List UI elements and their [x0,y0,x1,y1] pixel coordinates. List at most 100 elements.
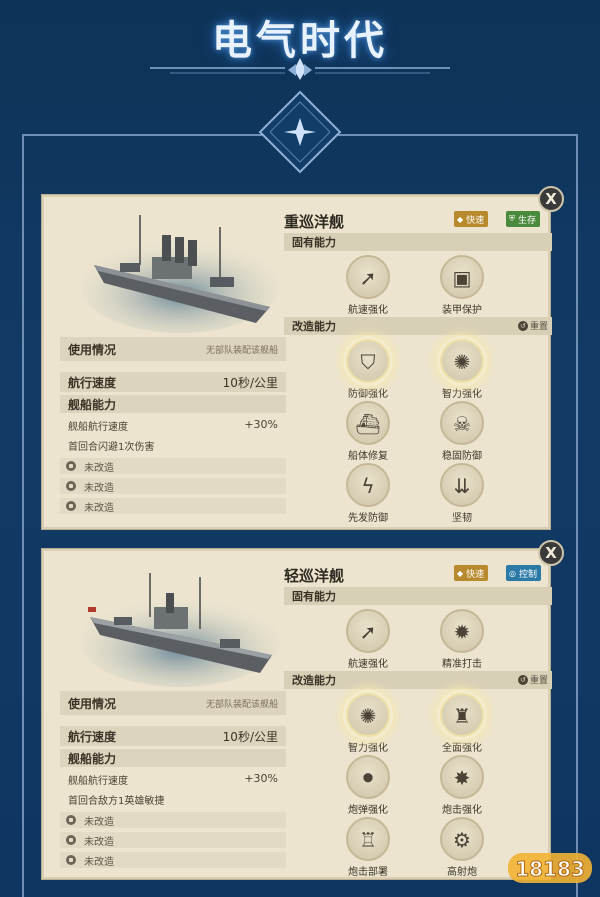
skill-inherent[interactable]: ➚ 航速强化 [330,255,406,316]
lock-icon [66,815,76,825]
inherent-section: 固有能力 [284,233,552,251]
skill-inherent[interactable]: ▣ 装甲保护 [424,255,500,316]
ability-title-row: 舰船能力 [60,395,286,413]
locked-slot[interactable]: 未改造 [60,832,286,848]
close-button[interactable]: X [538,540,564,566]
ship-name: 轻巡洋舰 [284,567,345,585]
compass-emblem-icon [258,90,342,174]
skill-upgrade[interactable]: ✺ 智力强化 [330,693,406,754]
reset-icon: ↺ [517,674,528,685]
skull-shield-icon: ☠ [453,412,471,436]
tag-label: 控制 [518,569,537,580]
skill-upgrade[interactable]: ⇊ 坚韧 [424,463,500,524]
skill-name: 航速强化 [348,659,388,670]
close-button[interactable]: X [538,186,564,212]
speed-value: 10秒/公里 [222,729,278,744]
locked-label: 未改造 [84,482,114,494]
cannon-icon: ➚ [359,266,377,290]
skill-name: 炮弹强化 [348,805,388,816]
upgrade-title: 改造能力 [292,320,336,333]
skill-upgrade[interactable]: ⛉ 防御强化 [330,339,406,400]
reset-label: 重置 [529,322,548,332]
precision-strike-icon: ✹ [453,620,471,644]
skill-inherent[interactable]: ✹ 精准打击 [424,609,500,670]
speed-row: 航行速度 10秒/公里 [60,726,286,746]
locked-slot[interactable]: 未改造 [60,458,286,474]
usage-label: 使用情况 [68,696,117,711]
stat-value: +30% [244,772,278,785]
stat-value: +30% [244,418,278,431]
ability-title: 舰船能力 [68,751,117,766]
tag-control: ◎ 控制 [506,565,541,581]
tag-label: 快速 [466,569,485,580]
skill-name: 稳固防御 [442,451,482,462]
locked-label: 未改造 [84,856,114,868]
target-icon: ◎ [509,568,516,578]
locked-slot[interactable]: 未改造 [60,852,286,868]
light-cruiser-image [80,573,280,687]
reset-icon: ↺ [517,320,528,331]
tag-label: 生存 [518,215,537,226]
skill-upgrade[interactable]: ✸ 炮击强化 [424,755,500,816]
stat-name: 首回合闪避1次伤害 [68,442,155,453]
lock-icon [66,855,76,865]
locked-label: 未改造 [84,816,114,828]
skill-inherent[interactable]: ➚ 航速强化 [330,609,406,670]
lock-icon [66,835,76,845]
speed-value: 10秒/公里 [222,375,278,390]
skill-name: 坚韧 [452,513,472,524]
stat-line: 舰船航行速度 +30% [60,418,286,433]
arrows-down-icon: ⇊ [453,474,471,498]
lightning-shield-icon: ϟ [361,474,375,498]
deploy-icon: ♖ [359,828,377,852]
speed-icon: ◆ [457,568,464,578]
heavy-cruiser-image [80,215,280,333]
speed-icon: ◆ [457,214,464,224]
skill-upgrade[interactable]: ♜ 全面强化 [424,693,500,754]
locked-slot[interactable]: 未改造 [60,478,286,494]
locked-slot[interactable]: 未改造 [60,498,286,514]
shell-icon: ⚫ [359,766,377,790]
speed-row: 航行速度 10秒/公里 [60,372,286,392]
reset-button[interactable]: ↺ 重置 [517,319,548,332]
speed-label: 航行速度 [68,729,117,744]
skill-upgrade[interactable]: ✺ 智力强化 [424,339,500,400]
reset-label: 重置 [529,676,548,686]
tag-speed: ◆ 快速 [454,565,489,581]
skill-name: 航速强化 [348,305,388,316]
skill-upgrade[interactable]: ⚙ 高射炮 [424,817,500,878]
armor-icon: ▣ [452,266,472,290]
watermark-logo-icon: 18183 [508,853,592,883]
skill-name: 装甲保护 [442,305,482,316]
tag-speed: ◆ 快速 [454,211,489,227]
skill-upgrade[interactable]: ⛴ 船体修复 [330,401,406,462]
brain-icon: ✺ [453,350,471,374]
tag-label: 快速 [466,215,485,226]
stat-line: 首回合闪避1次伤害 [60,438,286,453]
stat-line: 舰船航行速度 +30% [60,772,286,787]
skill-upgrade[interactable]: ♖ 炮击部署 [330,817,406,878]
stat-name: 舰船航行速度 [68,422,128,433]
skill-upgrade[interactable]: ☠ 稳固防御 [424,401,500,462]
skill-upgrade[interactable]: ϟ 先发防御 [330,463,406,524]
upgrade-section: 改造能力 ↺ 重置 [284,671,552,689]
lock-icon [66,481,76,491]
inherent-title: 固有能力 [292,236,336,249]
skill-name: 炮击部署 [348,867,388,878]
locked-label: 未改造 [84,502,114,514]
cannon-icon: ➚ [359,620,377,644]
shield-icon: ⛨ [509,214,515,223]
brain-icon: ✺ [359,704,377,728]
skill-name: 防御强化 [348,389,388,400]
lock-icon [66,461,76,471]
skill-name: 先发防御 [348,513,388,524]
skill-name: 全面强化 [442,743,482,754]
locked-slot[interactable]: 未改造 [60,812,286,828]
reset-button[interactable]: ↺ 重置 [517,673,548,686]
inherent-section: 固有能力 [284,587,552,605]
stat-name: 舰船航行速度 [68,776,128,787]
skill-upgrade[interactable]: ⚫ 炮弹强化 [330,755,406,816]
shield-up-icon: ⛉ [360,350,376,374]
barrage-icon: ✸ [453,766,471,790]
skill-name: 智力强化 [348,743,388,754]
